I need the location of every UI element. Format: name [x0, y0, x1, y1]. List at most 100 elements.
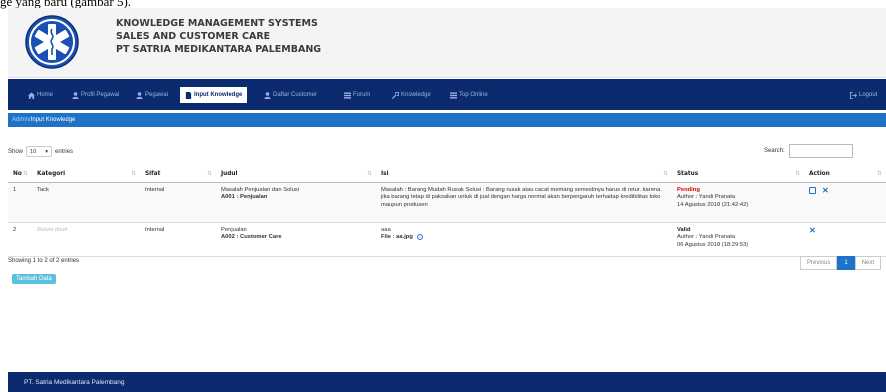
nav-item-input-knowledge[interactable]: Input Knowledge: [180, 87, 248, 103]
search-input[interactable]: [788, 144, 853, 158]
nav-item-forum[interactable]: Forum: [344, 90, 370, 100]
nav-label-top-online: Top Online: [459, 92, 488, 98]
sort-icon: ⇅: [794, 170, 800, 177]
entries-select[interactable]: 10 ▾: [26, 146, 53, 157]
cell-sifat: Internal: [140, 222, 216, 257]
column-header-status[interactable]: Status ⇅: [672, 166, 804, 183]
column-header-judul[interactable]: Judul ⇅: [216, 166, 376, 183]
cell-kategori: Belum diset: [32, 222, 140, 257]
nav-item-knowledge[interactable]: Knowledge: [392, 90, 431, 100]
pagination: Previous 1 Next: [800, 256, 882, 270]
isi-text: aaa: [381, 226, 391, 233]
column-header-action[interactable]: Action ⇅: [804, 166, 886, 183]
column-header-no-label: No: [13, 170, 22, 177]
pagination-next[interactable]: Next: [854, 256, 882, 270]
status-badge: Valid: [677, 226, 691, 233]
site-footer: PT. Satria Medikantara Palembang: [8, 372, 886, 392]
status-author: Author : Yandi Pranata: [677, 194, 736, 200]
cell-no: 2: [8, 222, 32, 257]
table-row: 2 Belum diset Internal Penjualan A002 : …: [8, 222, 886, 257]
cell-judul: Penjualan A002 : Customer Care: [216, 222, 376, 257]
judul-code: A002 : Customer Care: [221, 234, 282, 240]
nav-item-daftar-customer[interactable]: Daftar Customer: [264, 90, 317, 100]
nav-item-profil-pegawai[interactable]: Profil Pegawai: [72, 90, 119, 100]
footer-text: PT. Satria Medikantara Palembang: [24, 379, 125, 386]
judul-code: A001 : Penjualan: [221, 194, 268, 200]
sort-icon: ⇅: [206, 170, 212, 177]
status-date: 06 Agustus 2018 (18:29:53): [677, 241, 749, 248]
nav-label-daftar-customer: Daftar Customer: [273, 92, 318, 98]
column-header-kategori[interactable]: Kategori ⇅: [32, 166, 140, 183]
show-label: Show: [8, 148, 24, 155]
table-info: Showing 1 to 2 of 2 entries: [8, 258, 80, 264]
sort-icon: ⇅: [130, 170, 136, 177]
search-label: Search:: [764, 148, 785, 154]
table-row: 1 Tack Internal Masalah Penjualan dan So…: [8, 182, 886, 223]
cell-isi: aaa File : aa.jpg i: [376, 222, 672, 257]
nav-label-forum: Forum: [353, 92, 371, 98]
user-icon: [264, 91, 271, 99]
table-header-row: No ⇅ Kategori ⇅ Sifat ⇅ Judul ⇅ Isi ⇅ Status ⇅…: [8, 166, 886, 183]
medical-star-logo-icon: [25, 15, 79, 69]
search-control: Search:: [764, 144, 853, 158]
nav-label-input-knowledge: Input Knowledge: [194, 92, 243, 98]
judul-title: Masalah Penjualan dan Solusi: [221, 186, 299, 193]
brand-title: KNOWLEDGE MANAGEMENT SYSTEMS SALES AND C…: [116, 17, 321, 56]
pagination-previous[interactable]: Previous: [800, 256, 838, 270]
column-header-isi[interactable]: Isi ⇅: [376, 166, 672, 183]
nav-label-knowledge: Knowledge: [401, 92, 431, 98]
brand-line-2: SALES AND CUSTOMER CARE: [116, 31, 271, 42]
info-icon[interactable]: i: [416, 234, 423, 240]
wrench-icon: [392, 91, 399, 99]
nav-item-pegawai[interactable]: Pegawai: [136, 90, 168, 100]
column-header-judul-label: Judul: [221, 170, 238, 177]
status-badge: Pending: [677, 186, 700, 193]
add-data-button[interactable]: Tambah Data: [12, 274, 56, 284]
column-header-kategori-label: Kategori: [37, 170, 66, 177]
breadcrumb-parent[interactable]: Admin: [12, 117, 29, 123]
edit-icon[interactable]: [809, 186, 816, 194]
user-icon: [136, 91, 143, 99]
chevron-down-icon: ▾: [45, 148, 49, 155]
home-icon: [28, 91, 35, 99]
cell-action: ✕: [804, 222, 886, 257]
cell-judul: Masalah Penjualan dan Solusi A001 : Penj…: [216, 182, 376, 223]
nav-item-home[interactable]: Home: [28, 90, 53, 100]
delete-icon[interactable]: ✕: [822, 186, 829, 194]
judul-title: Penjualan: [221, 226, 247, 233]
list-icon: [450, 91, 457, 99]
sort-icon: ⇅: [366, 170, 372, 177]
document-icon: [185, 91, 192, 99]
cell-action: ✕: [804, 182, 886, 223]
nav-item-top-online[interactable]: Top Online: [450, 90, 488, 100]
list-icon: [344, 91, 351, 99]
sort-icon: ⇅: [876, 170, 882, 177]
status-date: 14 Agustus 2018 (21:42:42): [677, 201, 749, 208]
delete-icon[interactable]: ✕: [809, 226, 816, 234]
cell-status: Pending Author : Yandi Pranata 14 Agustu…: [672, 182, 804, 223]
column-header-no[interactable]: No ⇅: [8, 166, 32, 183]
page-caption: ge yang baru (gambar 5).: [0, 0, 132, 9]
sort-icon: ⇅: [22, 170, 28, 177]
column-header-isi-label: Isi: [381, 170, 389, 177]
file-link[interactable]: File : aa.jpg: [381, 234, 413, 240]
logout-icon: [850, 91, 857, 99]
cell-sifat: Internal: [140, 182, 216, 223]
show-entries-control: Show 10 ▾ entries: [8, 146, 73, 157]
nav-label-home: Home: [37, 92, 54, 98]
cell-status: Valid Author : Yandi Pranata 06 Agustus …: [672, 222, 804, 257]
pagination-page-1[interactable]: 1: [837, 256, 855, 270]
logout-button[interactable]: Logout: [850, 90, 877, 100]
user-icon: [72, 91, 79, 99]
column-header-sifat-label: Sifat: [145, 170, 161, 177]
cell-kategori: Tack: [32, 182, 140, 223]
column-header-sifat[interactable]: Sifat ⇅: [140, 166, 216, 183]
logout-label: Logout: [859, 92, 878, 98]
column-header-action-label: Action: [809, 170, 830, 177]
cell-no: 1: [8, 182, 32, 223]
site-header: KNOWLEDGE MANAGEMENT SYSTEMS SALES AND C…: [8, 8, 886, 78]
sort-icon: ⇅: [662, 170, 668, 177]
nav-label-pegawai: Pegawai: [145, 92, 169, 98]
cell-isi: Masalah : Barang Mudah Rusak Solusi : Ba…: [376, 182, 672, 223]
main-panel: Show 10 ▾ entries Search: No ⇅ Kategori ⇅ …: [8, 128, 886, 372]
